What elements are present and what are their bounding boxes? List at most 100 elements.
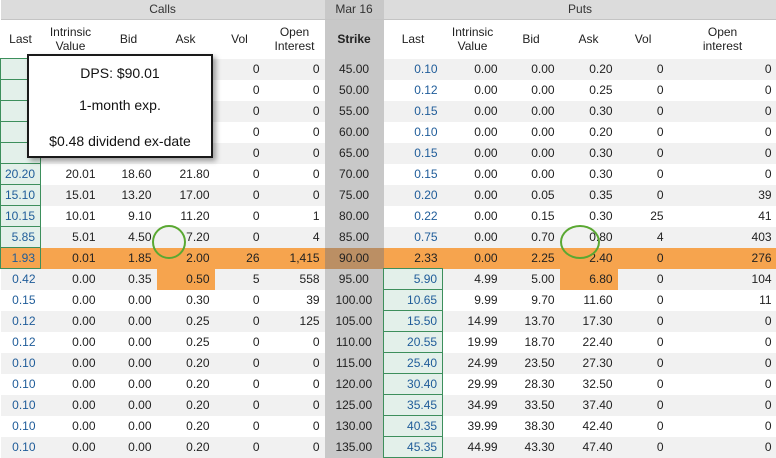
put-vol-cell: 0 — [618, 101, 669, 122]
strike-cell: 70.00 — [325, 164, 384, 185]
put-intrinsic-value-cell: 19.99 — [443, 332, 503, 353]
call-open-interest-cell: 558 — [265, 269, 325, 290]
table-row: 20.2020.0118.6021.800070.000.150.000.000… — [1, 164, 776, 185]
put-bid-cell: 33.50 — [503, 395, 560, 416]
call-intrinsic-value-cell: 10.01 — [41, 206, 101, 227]
put-last-cell: 15.50 — [384, 311, 443, 332]
call-last-cell: 1.93 — [1, 248, 41, 269]
call-open-interest-cell: 0 — [265, 122, 325, 143]
put-vol-cell: 0 — [618, 374, 669, 395]
puts-col-ask: Ask — [560, 20, 618, 59]
call-open-interest-cell: 0 — [265, 437, 325, 458]
calls-col-vol: Vol — [215, 20, 265, 59]
call-last-cell: 0.12 — [1, 311, 41, 332]
put-ask-cell: 32.50 — [560, 374, 618, 395]
call-vol-cell: 0 — [215, 185, 265, 206]
call-open-interest-cell: 0 — [265, 143, 325, 164]
calls-col-bid: Bid — [101, 20, 157, 59]
call-open-interest-cell: 4 — [265, 227, 325, 248]
call-bid-cell: 0.00 — [101, 311, 157, 332]
call-ask-cell: 0.25 — [157, 332, 215, 353]
put-open-interest-cell: 276 — [669, 248, 776, 269]
call-ask-cell: 0.20 — [157, 437, 215, 458]
strike-cell: 135.00 — [325, 437, 384, 458]
put-ask-cell: 22.40 — [560, 332, 618, 353]
call-last-cell: 0.42 — [1, 269, 41, 290]
put-intrinsic-value-cell: 9.99 — [443, 290, 503, 311]
put-ask-cell: 6.80 — [560, 269, 618, 290]
callout-dps-text: DPS: $90.01 — [29, 65, 211, 81]
put-intrinsic-value-cell: 4.99 — [443, 269, 503, 290]
put-open-interest-cell: 0 — [669, 416, 776, 437]
puts-col-vol: Vol — [618, 20, 669, 59]
put-open-interest-cell: 39 — [669, 185, 776, 206]
put-bid-cell: 0.05 — [503, 185, 560, 206]
put-last-cell: 0.15 — [384, 101, 443, 122]
put-open-interest-cell: 0 — [669, 395, 776, 416]
strike-cell: 115.00 — [325, 353, 384, 374]
call-open-interest-cell: 0 — [265, 185, 325, 206]
call-vol-cell: 5 — [215, 269, 265, 290]
put-open-interest-cell: 403 — [669, 227, 776, 248]
call-ask-cell: 0.50 — [157, 269, 215, 290]
call-intrinsic-value-cell: 0.00 — [41, 311, 101, 332]
call-bid-cell: 0.00 — [101, 437, 157, 458]
call-vol-cell: 0 — [215, 395, 265, 416]
put-bid-cell: 18.70 — [503, 332, 560, 353]
put-bid-cell: 0.00 — [503, 59, 560, 80]
call-last-cell: 0.10 — [1, 437, 41, 458]
put-bid-cell: 0.00 — [503, 101, 560, 122]
put-vol-cell: 0 — [618, 269, 669, 290]
strike-cell: 85.00 — [325, 227, 384, 248]
call-ask-cell: 0.20 — [157, 353, 215, 374]
put-open-interest-cell: 0 — [669, 332, 776, 353]
put-ask-cell: 17.30 — [560, 311, 618, 332]
call-ask-cell: 21.80 — [157, 164, 215, 185]
call-intrinsic-value-cell: 0.00 — [41, 332, 101, 353]
put-bid-circle-annotation — [560, 225, 600, 259]
put-last-cell: 30.40 — [384, 374, 443, 395]
table-row: 15.1015.0113.2017.000075.000.200.000.050… — [1, 185, 776, 206]
put-vol-cell: 0 — [618, 395, 669, 416]
put-intrinsic-value-cell: 0.00 — [443, 185, 503, 206]
strike-cell: 65.00 — [325, 143, 384, 164]
strike-cell: 50.00 — [325, 80, 384, 101]
strike-cell: 80.00 — [325, 206, 384, 227]
put-bid-cell: 0.00 — [503, 80, 560, 101]
call-bid-cell: 4.50 — [101, 227, 157, 248]
put-ask-cell: 0.30 — [560, 206, 618, 227]
put-vol-cell: 0 — [618, 185, 669, 206]
put-intrinsic-value-cell: 0.00 — [443, 101, 503, 122]
put-bid-cell: 43.30 — [503, 437, 560, 458]
puts-col-last: Last — [384, 20, 443, 59]
put-bid-cell: 2.25 — [503, 248, 560, 269]
put-ask-cell: 0.30 — [560, 101, 618, 122]
put-bid-cell: 5.00 — [503, 269, 560, 290]
strike-cell: 125.00 — [325, 395, 384, 416]
call-intrinsic-value-cell: 20.01 — [41, 164, 101, 185]
call-open-interest-cell: 0 — [265, 80, 325, 101]
call-intrinsic-value-cell: 0.00 — [41, 290, 101, 311]
put-last-cell: 0.20 — [384, 185, 443, 206]
call-open-interest-cell: 0 — [265, 416, 325, 437]
put-ask-cell: 0.35 — [560, 185, 618, 206]
table-row: 0.420.000.350.50555895.005.904.995.006.8… — [1, 269, 776, 290]
call-vol-cell: 0 — [215, 353, 265, 374]
strike-cell: 55.00 — [325, 101, 384, 122]
call-intrinsic-value-cell: 0.00 — [41, 374, 101, 395]
put-open-interest-cell: 41 — [669, 206, 776, 227]
call-vol-cell: 0 — [215, 122, 265, 143]
put-open-interest-cell: 0 — [669, 353, 776, 374]
put-last-cell: 0.75 — [384, 227, 443, 248]
table-row: 0.150.000.000.30039100.0010.659.999.7011… — [1, 290, 776, 311]
calls-col-ask: Ask — [157, 20, 215, 59]
expiry-label: Mar 16 — [325, 0, 384, 20]
call-last-cell: 10.15 — [1, 206, 41, 227]
call-ask-cell: 0.25 — [157, 311, 215, 332]
call-open-interest-cell: 0 — [265, 374, 325, 395]
put-bid-cell: 0.00 — [503, 143, 560, 164]
put-vol-cell: 0 — [618, 59, 669, 80]
call-last-cell: 5.85 — [1, 227, 41, 248]
put-ask-cell: 42.40 — [560, 416, 618, 437]
put-intrinsic-value-cell: 0.00 — [443, 227, 503, 248]
